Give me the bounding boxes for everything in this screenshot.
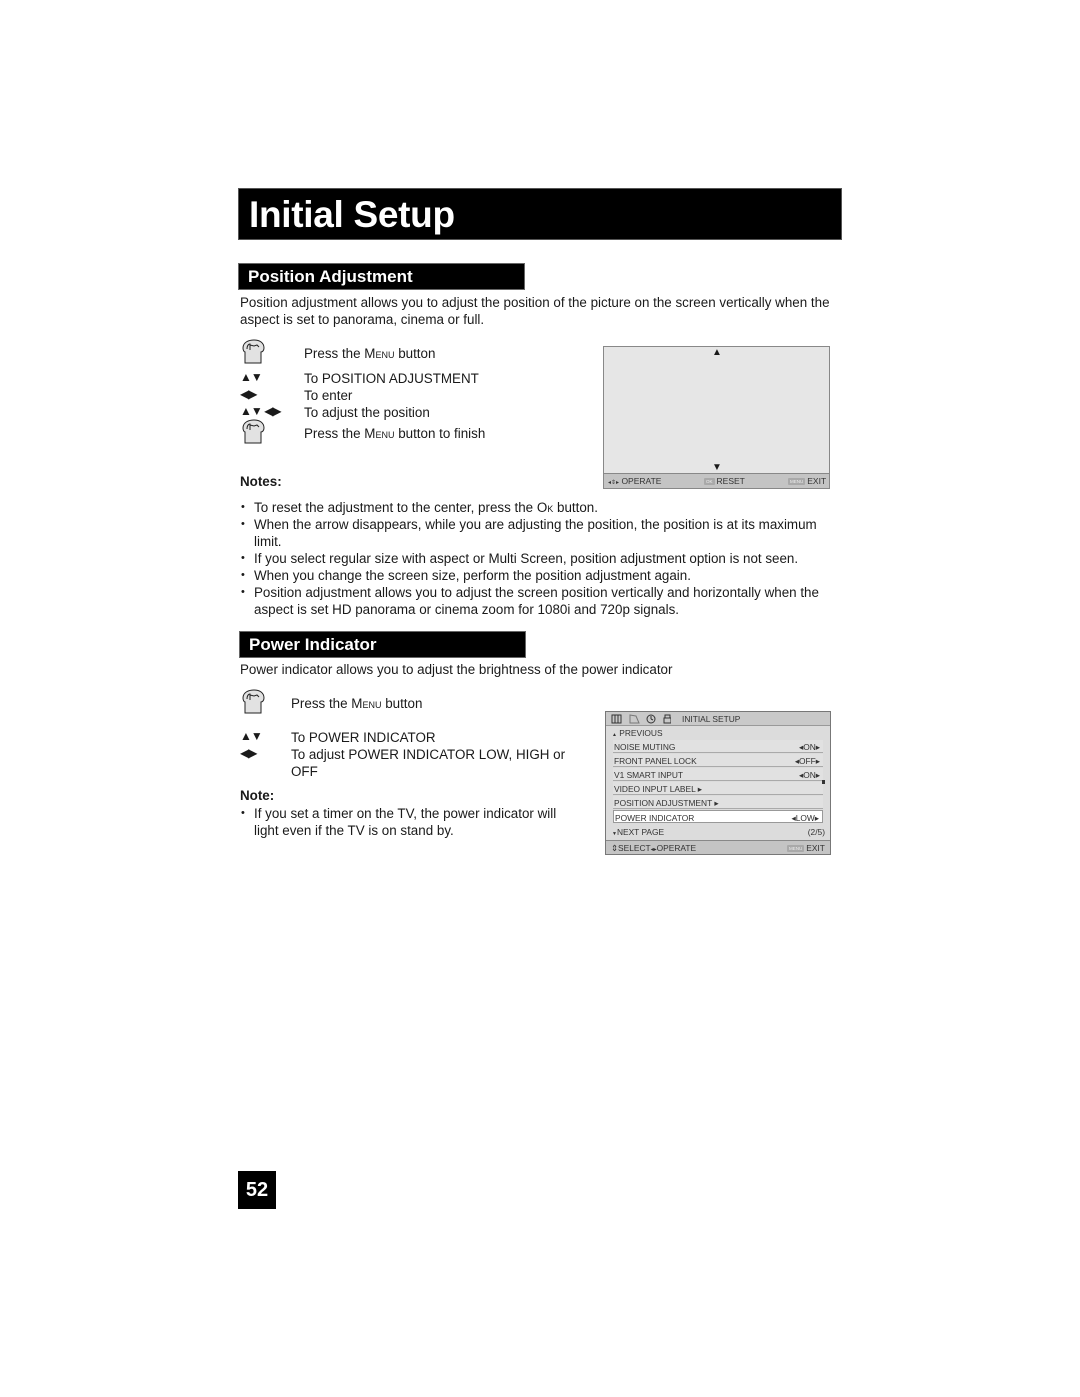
section-heading-power-indicator: Power Indicator [239, 631, 526, 658]
hand-press-icon [240, 689, 266, 720]
note-item: When you change the screen size, perform… [239, 567, 839, 584]
page-title: Initial Setup [249, 194, 455, 235]
picture-icon [611, 714, 622, 724]
menu-title: INITIAL SETUP [682, 714, 741, 724]
initial-setup-menu-screen: INITIAL SETUP ▲ PREVIOUS NOISE MUTING ◂ON… [605, 711, 831, 855]
power-intro: Power indicator allows you to adjust the… [240, 662, 673, 677]
down-arrow-icon: ▼ [712, 462, 722, 473]
menu-row-label: FRONT PANEL LOCK [614, 756, 697, 766]
page-number: 52 [238, 1171, 276, 1209]
menu-previous[interactable]: ▲ PREVIOUS [612, 728, 663, 738]
menu-row[interactable]: VIDEO INPUT LABEL ▸ [613, 782, 823, 795]
left-right-arrows-icon: ◀▶ [240, 387, 257, 401]
section-heading-text: Position Adjustment [248, 267, 413, 286]
timer-icon [646, 714, 656, 724]
notes-heading: Notes: [240, 474, 282, 489]
menu-row-label: VIDEO INPUT LABEL ▸ [614, 784, 702, 794]
menu-row[interactable]: POSITION ADJUSTMENT ▸ [613, 796, 823, 809]
step-text: To POWER INDICATOR [291, 730, 436, 745]
menu-next-page[interactable]: ▼NEXT PAGE [612, 827, 664, 837]
note-item: If you set a timer on the TV, the power … [239, 805, 584, 839]
step-text: To enter [304, 388, 353, 403]
exit-hint: MENU EXIT [787, 843, 825, 853]
up-down-arrows-icon: ▲▼ [240, 370, 263, 384]
up-small-arrow-icon: ▲ [612, 732, 617, 738]
note-item: If you select regular size with aspect o… [239, 550, 839, 567]
menu-tab-icons [611, 714, 671, 724]
step-text: Press the Menu button to finish [304, 426, 486, 441]
four-way-arrows-icon: ◂⇕▸ [608, 480, 620, 486]
reset-hint: OK RESET [704, 476, 745, 486]
notes-list: To reset the adjustment to the center, p… [239, 499, 839, 618]
operate-hint: ◂⇕▸ OPERATE [608, 476, 662, 486]
note-item: To reset the adjustment to the center, p… [239, 499, 839, 516]
menu-row-label: POSITION ADJUSTMENT ▸ [614, 798, 719, 808]
note-list: If you set a timer on the TV, the power … [239, 805, 584, 839]
menu-row[interactable]: POWER INDICATOR ◂LOW▸ [613, 810, 823, 823]
up-down-arrows-icon: ▲▼ [240, 729, 263, 743]
position-adjustment-screen: ▲ ▼ ◂⇕▸ OPERATE OK RESET MENU EXIT [603, 346, 830, 489]
step-text: To POSITION ADJUSTMENT [304, 371, 479, 386]
key-name: Menu [364, 346, 395, 361]
menu-row-label: POWER INDICATOR [615, 813, 695, 823]
key-name: Menu [364, 426, 395, 441]
position-intro: Position adjustment allows you to adjust… [240, 295, 830, 327]
select-hint: ⇕SELECT◂▸OPERATE [611, 843, 697, 853]
menu-row[interactable]: NOISE MUTING ◂ON▸ [613, 740, 823, 753]
menu-row-label: V1 SMART INPUT [614, 770, 684, 780]
setup-icon [663, 714, 671, 724]
menu-row[interactable]: V1 SMART INPUT ◂ON▸ [613, 768, 823, 781]
note-heading: Note: [240, 788, 275, 803]
step-text: Press the Menu button [291, 696, 423, 711]
menu-row-value[interactable]: ◂LOW▸ [792, 813, 820, 823]
hand-press-icon [240, 419, 266, 450]
section-heading-text: Power Indicator [249, 635, 377, 654]
step-text: Press the Menu button [304, 346, 436, 361]
note-item: Position adjustment allows you to adjust… [239, 584, 839, 618]
screen-footer-bar: ◂⇕▸ OPERATE OK RESET MENU EXIT [604, 473, 829, 488]
note-item: When the arrow disappears, while you are… [239, 516, 839, 550]
menu-footer: ⇕SELECT◂▸OPERATE MENU EXIT [606, 840, 830, 854]
menu-header: INITIAL SETUP [606, 712, 830, 726]
menu-row[interactable]: FRONT PANEL LOCK ◂OFF▸ [613, 754, 823, 767]
menu-row-value[interactable]: ◂ON▸ [799, 770, 820, 780]
section-heading-position-adjustment: Position Adjustment [238, 263, 525, 290]
menu-key-icon: MENU [787, 845, 805, 853]
step-text: To adjust POWER INDICATOR LOW, HIGH or O… [291, 747, 566, 779]
key-name: Menu [351, 696, 382, 711]
scrollbar-thumb[interactable] [822, 780, 825, 784]
left-right-arrows-icon: ◀▶ [240, 746, 257, 760]
menu-row-label: NOISE MUTING [614, 742, 676, 752]
menu-row-value[interactable]: ◂OFF▸ [795, 756, 820, 766]
hand-press-icon [240, 339, 266, 370]
page-indicator: (2/5) [807, 827, 825, 837]
step-text: To adjust the position [304, 405, 430, 420]
ok-key-icon: OK [704, 478, 715, 486]
up-down-small-icon: ⇕ [611, 843, 619, 853]
menu-key-icon: MENU [788, 478, 806, 486]
up-arrow-icon: ▲ [712, 347, 722, 358]
sound-icon [629, 714, 640, 724]
menu-row-value[interactable]: ◂ON▸ [799, 742, 820, 752]
four-way-arrows-icon: ▲▼ ◀▶ [240, 404, 282, 418]
page-title-bar: Initial Setup [238, 188, 842, 240]
exit-hint: MENU EXIT [788, 476, 827, 486]
